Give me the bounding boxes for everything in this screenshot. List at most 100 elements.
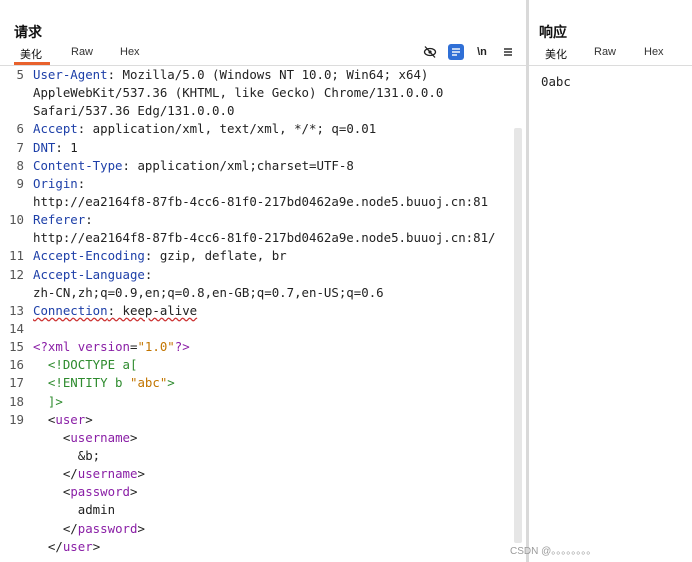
- response-tab-pretty[interactable]: 美化: [545, 46, 567, 65]
- code-token: <!DOCTYPE a[: [33, 357, 138, 373]
- code-token: >: [137, 520, 145, 536]
- code-token: Connection: [33, 302, 108, 318]
- code-token: : gzip, deflate, br: [144, 248, 287, 264]
- line-number: 17: [9, 375, 24, 391]
- code-token: Content-Type: [33, 157, 123, 173]
- code-token: : keep-alive: [107, 302, 198, 318]
- code-line: http://ea2164f8-87fb-4cc6-81f0-217bd0462…: [33, 193, 513, 211]
- code-token: "1.0": [137, 339, 175, 355]
- code-token: &b;: [33, 447, 101, 463]
- code-token: zh-CN,zh;q=0.9,en;q=0.8,en-GB;q=0.7,en-U…: [33, 284, 384, 300]
- code-token: Origin: [33, 175, 78, 191]
- code-token: Referer: [33, 212, 86, 228]
- code-line: Content-Type: application/xml;charset=UT…: [33, 157, 513, 175]
- code-line: </password>: [33, 520, 513, 538]
- code-token: : 1: [55, 139, 78, 155]
- response-tab-raw[interactable]: Raw: [594, 46, 616, 61]
- code-token: version: [77, 339, 130, 355]
- code-line: AppleWebKit/537.36 (KHTML, like Gecko) C…: [33, 84, 513, 102]
- code-line: <username>: [33, 429, 513, 447]
- code-token: :: [144, 266, 153, 282]
- code-token: ]>: [33, 393, 63, 409]
- code-token: <: [33, 429, 71, 445]
- code-line: Connection: keep-alive: [33, 302, 513, 320]
- code-token: : Mozilla/5.0 (Windows NT 10.0; Win64; x…: [107, 67, 429, 82]
- code-token: http://ea2164f8-87fb-4cc6-81f0-217bd0462…: [33, 230, 496, 246]
- line-number: 10: [9, 212, 24, 228]
- code-token: http://ea2164f8-87fb-4cc6-81f0-217bd0462…: [33, 193, 489, 209]
- code-token: </: [33, 520, 78, 536]
- line-number: [0, 102, 27, 120]
- line-number: [0, 284, 27, 302]
- request-panel: 请求 美化 Raw Hex \n 5 6 7 8 9 10 11 12 13 14 15 16 17 18…: [0, 0, 526, 562]
- code-token: Accept-Encoding: [33, 248, 145, 264]
- line-number: 14: [9, 320, 24, 336]
- line-number-gutter: 5 6 7 8 9 10 11 12 13 14 15 16 17 18 19: [0, 66, 27, 556]
- request-code[interactable]: User-Agent: Mozilla/5.0 (Windows NT 10.0…: [33, 66, 513, 556]
- line-number: 16: [9, 357, 24, 373]
- code-line: zh-CN,zh;q=0.9,en;q=0.8,en-GB;q=0.7,en-U…: [33, 284, 513, 302]
- code-line: ]>: [33, 393, 513, 411]
- response-body: 0abc: [541, 74, 571, 89]
- code-token: Safari/537.36 Edg/131.0.0.0: [33, 103, 235, 119]
- code-token: <?xml: [33, 339, 78, 355]
- code-token: </: [33, 538, 63, 554]
- request-title: 请求: [14, 24, 42, 40]
- wrap-lines-icon[interactable]: [448, 44, 464, 60]
- code-line: Referer:: [33, 211, 513, 229]
- code-token: "abc": [129, 375, 168, 391]
- line-number: 6: [16, 121, 24, 137]
- code-token: <: [33, 484, 71, 500]
- line-number: [0, 429, 27, 447]
- code-token: :: [85, 212, 93, 228]
- code-token: >: [92, 538, 101, 554]
- watermark: CSDN @。。。。。。。。: [510, 546, 597, 557]
- line-number: [0, 229, 27, 247]
- line-number: 15: [9, 339, 24, 355]
- code-token: : application/xml, text/xml, */*; q=0.01: [77, 121, 377, 137]
- code-token: user: [55, 411, 86, 427]
- code-token: <: [33, 411, 56, 427]
- request-tab-hex[interactable]: Hex: [120, 46, 140, 61]
- response-tab-hex[interactable]: Hex: [644, 46, 664, 61]
- code-token: :: [77, 175, 86, 191]
- request-editor[interactable]: 5 6 7 8 9 10 11 12 13 14 15 16 17 18 19 User-Agent: Mo…: [0, 64, 526, 562]
- line-number: 7: [16, 139, 24, 155]
- vertical-scrollbar[interactable]: [514, 128, 522, 543]
- line-number: 9: [16, 175, 24, 191]
- code-line: Origin:: [33, 175, 513, 193]
- line-number: [0, 501, 27, 519]
- code-token: user: [62, 538, 93, 554]
- line-number: [0, 447, 27, 465]
- hamburger-menu-icon[interactable]: [500, 44, 516, 60]
- response-title: 响应: [539, 24, 567, 40]
- line-number: 19: [9, 411, 24, 427]
- show-newlines-button[interactable]: \n: [474, 44, 490, 60]
- line-number: [0, 520, 27, 538]
- line-number: 13: [9, 302, 24, 318]
- code-line: <?xml version="1.0"?>: [33, 338, 513, 356]
- code-token: <!ENTITY b: [33, 375, 130, 391]
- line-number: 12: [9, 266, 24, 282]
- line-number: [0, 483, 27, 501]
- line-number: [0, 538, 27, 556]
- code-line: http://ea2164f8-87fb-4cc6-81f0-217bd0462…: [33, 229, 513, 247]
- request-tab-raw[interactable]: Raw: [71, 46, 93, 61]
- code-token: >: [167, 375, 175, 391]
- code-line: Safari/537.36 Edg/131.0.0.0: [33, 102, 513, 120]
- code-token: DNT: [33, 139, 56, 155]
- code-line: Accept-Encoding: gzip, deflate, br: [33, 247, 513, 265]
- code-line: &b;: [33, 447, 513, 465]
- code-line: <password>: [33, 483, 513, 501]
- eye-slash-icon[interactable]: [422, 44, 438, 60]
- request-toolbar: \n: [420, 44, 520, 60]
- code-token: admin: [33, 502, 116, 518]
- code-token: password: [70, 484, 130, 500]
- code-token: Accept: [33, 121, 78, 137]
- code-token: >: [130, 429, 138, 445]
- line-number: 18: [9, 393, 24, 409]
- code-line: Accept: application/xml, text/xml, */*; …: [33, 120, 513, 138]
- line-number: [0, 84, 27, 102]
- response-tab-bar: 美化 Raw Hex: [529, 44, 692, 66]
